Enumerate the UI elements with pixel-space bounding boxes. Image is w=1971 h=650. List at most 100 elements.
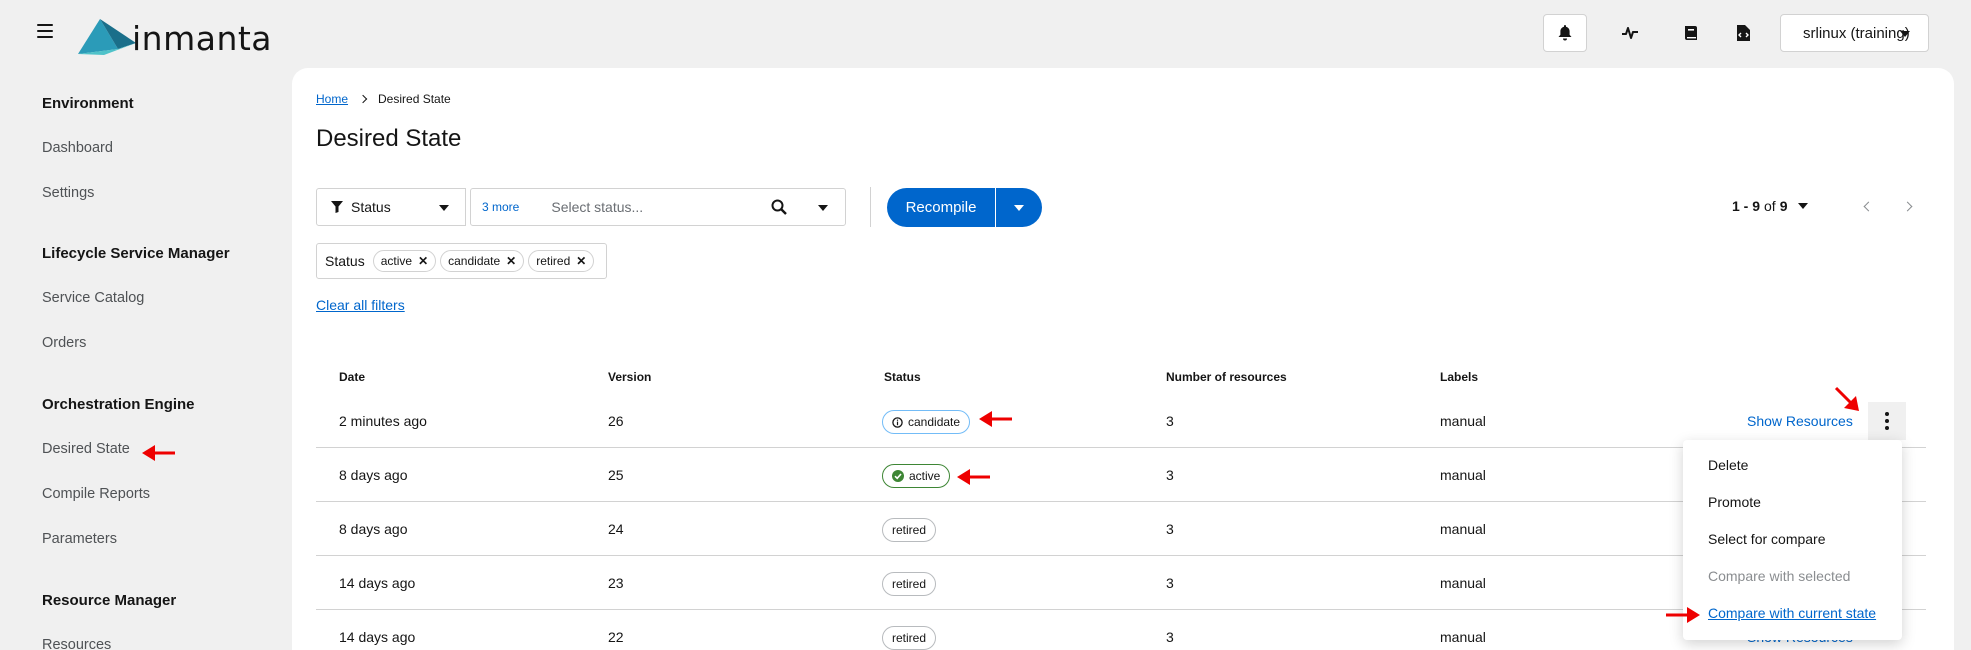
more-chips-link[interactable]: 3 more	[482, 200, 519, 214]
recompile-options-toggle[interactable]	[996, 188, 1042, 227]
caret-down-icon	[439, 205, 449, 211]
annotation-arrow-icon	[957, 469, 990, 485]
row-version: 24	[608, 521, 624, 537]
toolbar-divider	[870, 187, 871, 227]
row-resources: 3	[1166, 521, 1174, 537]
status-badge: retired	[882, 518, 937, 542]
row-labels: manual	[1440, 521, 1486, 537]
filter-chip-candidate: candidate ✕	[440, 250, 525, 272]
row-date: 2 minutes ago	[339, 413, 427, 429]
status-select-input[interactable]: 3 more Select status...	[470, 188, 846, 226]
status-badge: retired	[882, 572, 937, 596]
sidebar-item-resources[interactable]: Resources	[42, 637, 111, 650]
pagination-next-icon[interactable]	[1902, 201, 1913, 212]
logo-mark-icon	[78, 18, 136, 55]
status-select-caret-icon[interactable]	[818, 205, 828, 211]
search-icon[interactable]	[771, 199, 787, 215]
row-date: 8 days ago	[339, 467, 408, 483]
row-date: 14 days ago	[339, 629, 416, 645]
environment-selector[interactable]: srlinux (training)	[1780, 14, 1929, 52]
row-labels: manual	[1440, 413, 1486, 429]
chip-remove-icon[interactable]: ✕	[506, 254, 516, 268]
caret-down-icon	[1900, 31, 1910, 37]
filter-type-select[interactable]: Status	[316, 188, 466, 226]
row-date: 8 days ago	[339, 521, 408, 537]
menu-item-select-for-compare[interactable]: Select for compare	[1708, 531, 1826, 547]
row-date: 14 days ago	[339, 575, 416, 591]
filter-chip-retired: retired ✕	[528, 250, 595, 272]
row-version: 25	[608, 467, 624, 483]
hamburger-menu-icon[interactable]	[37, 24, 53, 38]
pagination-toggle[interactable]: 1 - 9 of 9	[1732, 198, 1808, 214]
sidebar-nav: Environment Dashboard Settings Lifecycle…	[0, 66, 290, 650]
menu-item-delete[interactable]: Delete	[1708, 457, 1748, 473]
column-header-version: Version	[608, 370, 652, 384]
filter-chip-active: active ✕	[372, 250, 437, 272]
chip-remove-icon[interactable]: ✕	[576, 254, 586, 268]
check-circle-icon	[892, 470, 904, 482]
chip-label: retired	[536, 254, 571, 268]
breadcrumb-home-link[interactable]: Home	[316, 92, 348, 106]
status-label: retired	[892, 523, 927, 537]
status-label: retired	[892, 631, 927, 645]
pagination-total: 9	[1779, 198, 1788, 214]
chip-group-category: Status	[325, 253, 365, 269]
column-header-status: Status	[884, 370, 921, 384]
sidebar-group-environment: Environment	[42, 95, 134, 112]
show-resources-link[interactable]: Show Resources	[1747, 413, 1853, 429]
status-select-placeholder: Select status...	[551, 199, 644, 215]
api-file-code-icon[interactable]	[1721, 14, 1765, 52]
status-badge: retired	[882, 626, 937, 650]
status-label: active	[909, 469, 941, 483]
row-actions-kebab-icon[interactable]	[1868, 402, 1906, 440]
row-resources: 3	[1166, 467, 1174, 483]
status-badge: candidate	[882, 410, 971, 434]
status-label: retired	[892, 577, 927, 591]
clear-all-filters-link[interactable]: Clear all filters	[316, 297, 405, 313]
pagination-range: 1 - 9	[1732, 198, 1761, 214]
row-resources: 3	[1166, 413, 1174, 429]
sidebar-item-desired-state[interactable]: Desired State	[42, 441, 130, 457]
breadcrumb: Home Desired State	[316, 92, 451, 106]
pagination-prev-icon[interactable]	[1863, 201, 1874, 212]
sidebar-item-compile-reports[interactable]: Compile Reports	[42, 486, 150, 502]
row-labels: manual	[1440, 575, 1486, 591]
column-header-resources: Number of resources	[1166, 370, 1287, 384]
breadcrumb-current: Desired State	[378, 92, 451, 106]
environment-name: srlinux (training)	[1803, 24, 1910, 42]
column-header-labels: Labels	[1440, 370, 1479, 384]
filter-type-label: Status	[351, 199, 391, 215]
status-badge: active	[882, 464, 951, 488]
annotation-arrow-icon	[1666, 607, 1700, 623]
filter-funnel-icon	[331, 201, 343, 213]
sidebar-item-settings[interactable]: Settings	[42, 185, 94, 201]
recompile-button[interactable]: Recompile	[887, 188, 995, 227]
notifications-bell-icon[interactable]	[1543, 14, 1587, 52]
breadcrumb-separator-icon	[358, 94, 368, 104]
menu-item-promote[interactable]: Promote	[1708, 494, 1761, 510]
documentation-book-icon[interactable]	[1669, 14, 1713, 52]
info-circle-icon	[892, 416, 903, 428]
masthead: inmanta srlinux (training)	[0, 0, 1971, 66]
menu-item-compare-with-current-state[interactable]: Compare with current state	[1708, 605, 1876, 621]
server-status-pulse-icon[interactable]	[1608, 14, 1652, 52]
row-labels: manual	[1440, 629, 1486, 645]
status-label: candidate	[908, 415, 961, 429]
sidebar-item-dashboard[interactable]: Dashboard	[42, 140, 113, 156]
sidebar-item-orders[interactable]: Orders	[42, 335, 86, 351]
caret-down-icon	[1797, 203, 1808, 209]
status-chip-group: Status active ✕ candidate ✕ retired ✕	[316, 243, 607, 279]
pagination-of: of	[1764, 198, 1776, 214]
row-labels: manual	[1440, 467, 1486, 483]
chip-remove-icon[interactable]: ✕	[418, 254, 428, 268]
annotation-arrow-icon	[142, 445, 175, 461]
page-title: Desired State	[316, 125, 462, 152]
inmanta-logo[interactable]: inmanta	[78, 15, 272, 58]
sidebar-group-resource-manager: Resource Manager	[42, 592, 177, 609]
annotation-arrow-icon	[1834, 386, 1859, 411]
row-version: 22	[608, 629, 624, 645]
sidebar-item-service-catalog[interactable]: Service Catalog	[42, 290, 144, 306]
chip-label: candidate	[448, 254, 501, 268]
sidebar-item-parameters[interactable]: Parameters	[42, 531, 117, 547]
row-version: 26	[608, 413, 624, 429]
